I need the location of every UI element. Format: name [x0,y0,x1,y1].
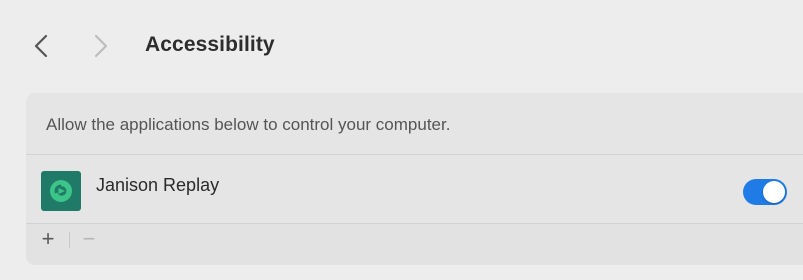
panel-description: Allow the applications below to control … [46,115,451,134]
app-permission-toggle[interactable] [743,179,787,205]
toolbar: Accessibility [0,0,803,90]
janison-replay-app-icon [41,171,81,211]
page-title: Accessibility [145,33,275,56]
settings-window: Accessibility Allow the applications bel… [0,0,803,280]
chevron-left-icon [34,34,48,58]
back-button[interactable] [26,28,56,64]
app-name: Janison Replay [96,175,220,195]
chevron-right-icon [94,34,108,58]
forward-button[interactable] [86,28,116,64]
remove-app-button[interactable]: − [73,224,105,254]
add-app-button[interactable]: + [32,224,64,254]
app-permissions-panel: Allow the applications below to control … [26,93,803,265]
list-item: Janison Replay [26,155,803,223]
footer-separator [69,232,70,248]
toggle-knob [763,181,785,203]
list-footer: + − [26,224,803,265]
